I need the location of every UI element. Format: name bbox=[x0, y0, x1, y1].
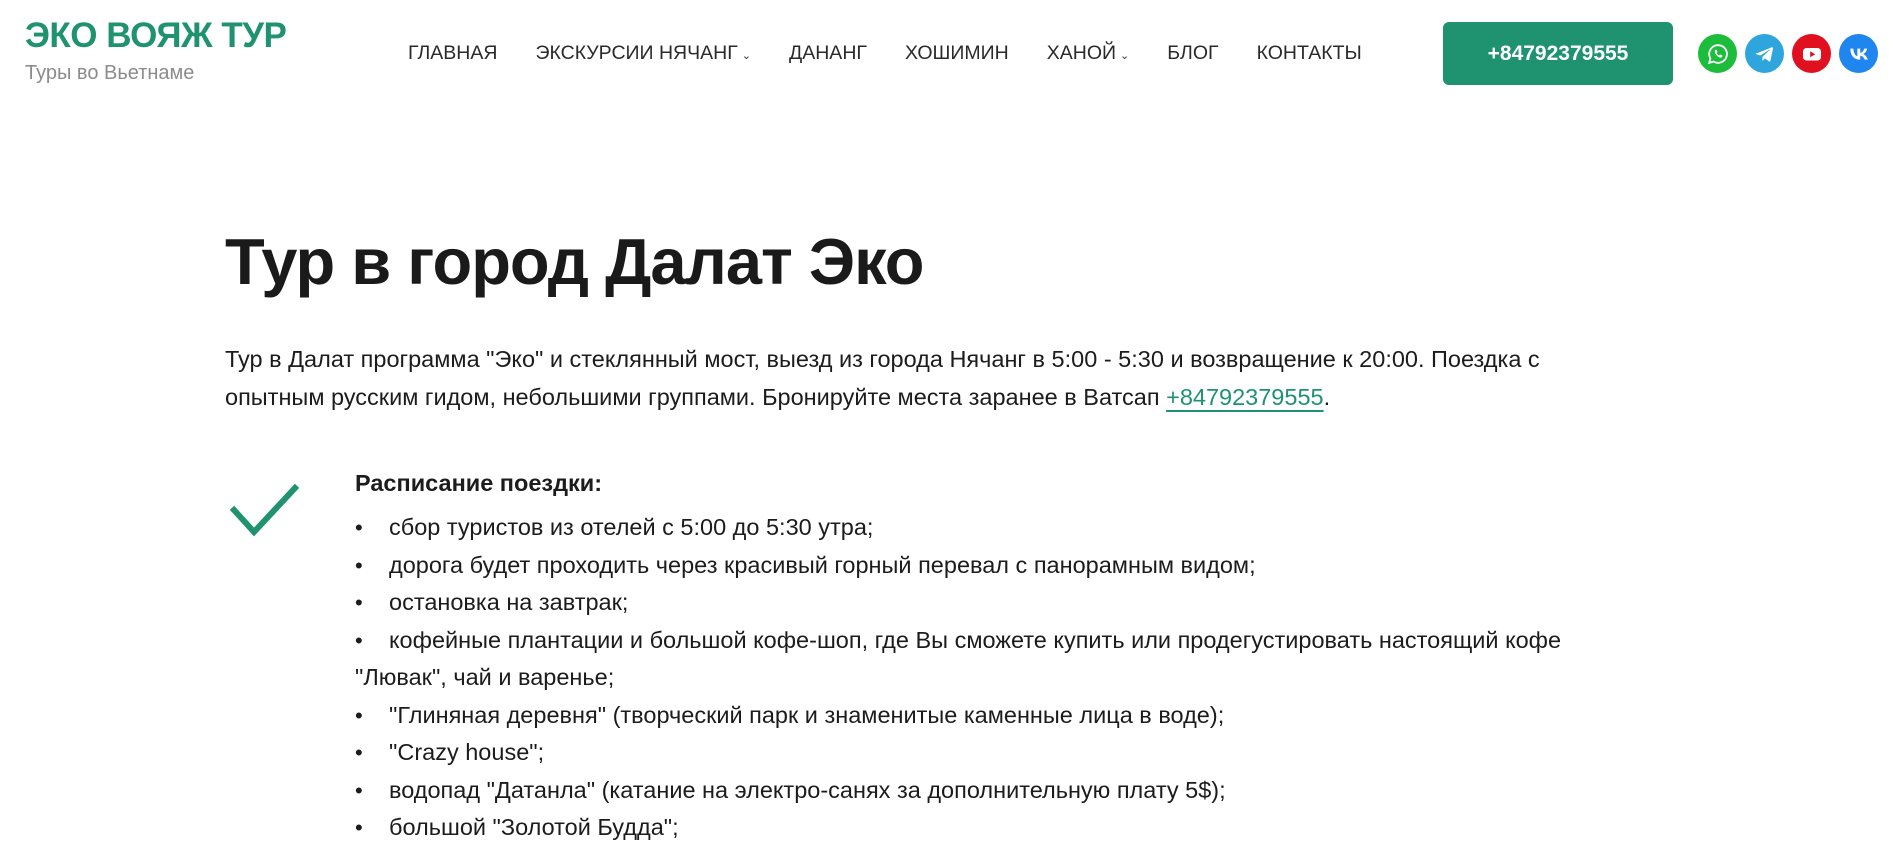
nav-item-home[interactable]: ГЛАВНАЯ bbox=[408, 42, 497, 65]
list-item: • "Глиняная деревня" (творческий парк и з… bbox=[355, 697, 1635, 735]
list-item-text: сбор туристов из отелей с 5:00 до 5:30 у… bbox=[389, 514, 874, 540]
list-item-text: "Глиняная деревня" (творческий парк и зн… bbox=[389, 701, 1225, 728]
nav-item-label: БЛОГ bbox=[1167, 41, 1219, 64]
nav-item-hochiminh[interactable]: ХОШИМИН bbox=[905, 42, 1009, 65]
whatsapp-icon[interactable] bbox=[1698, 34, 1737, 73]
telegram-icon[interactable] bbox=[1745, 34, 1784, 73]
bullet-icon: • bbox=[355, 815, 363, 840]
bullet-icon: • bbox=[355, 515, 363, 540]
logo-title: ЭКО ВОЯЖ ТУР bbox=[25, 16, 287, 55]
site-header: ЭКО ВОЯЖ ТУР Туры во Вьетнаме ГЛАВНАЯ ЭК… bbox=[0, 0, 1893, 110]
nav-item-label: ХОШИМИН bbox=[904, 41, 1009, 64]
phone-button[interactable]: +84792379555 bbox=[1443, 22, 1673, 85]
social-links bbox=[1698, 34, 1878, 73]
list-item: • "Crazy house"; bbox=[355, 734, 1635, 772]
list-item-text: дорога будет проходить через красивый го… bbox=[389, 551, 1256, 578]
schedule-list: • сбор туристов из отелей с 5:00 до 5:30 … bbox=[355, 509, 1635, 847]
list-item: • сбор туристов из отелей с 5:00 до 5:30 … bbox=[355, 509, 1635, 547]
nav-item-excursions-nhatrang[interactable]: ЭКСКУРСИИ НЯЧАНГ ⌄ bbox=[535, 42, 751, 65]
chevron-down-icon: ⌄ bbox=[1120, 49, 1130, 62]
list-item: • кофейные плантации и большой кофе-шоп, … bbox=[355, 622, 1635, 697]
chevron-down-icon: ⌄ bbox=[741, 49, 752, 62]
intro-whatsapp-link[interactable]: +84792379555 bbox=[1166, 384, 1324, 410]
nav-item-hanoi[interactable]: ХАНОЙ ⌄ bbox=[1047, 42, 1130, 65]
nav-item-blog[interactable]: БЛОГ bbox=[1167, 42, 1218, 65]
page-title: Тур в город Далат Эко bbox=[225, 225, 925, 298]
site-logo[interactable]: ЭКО ВОЯЖ ТУР Туры во Вьетнаме bbox=[25, 16, 287, 86]
nav-item-label: ЭКСКУРСИИ НЯЧАНГ bbox=[535, 41, 738, 64]
list-item: • большой "Золотой Будда"; bbox=[355, 809, 1635, 847]
list-item-text: кофейные плантации и большой кофе-шоп, г… bbox=[355, 626, 1562, 691]
bullet-icon: • bbox=[355, 777, 363, 803]
list-item-text: большой "Золотой Будда"; bbox=[389, 814, 679, 840]
main-nav: ГЛАВНАЯ ЭКСКУРСИИ НЯЧАНГ ⌄ ДАНАНГ ХОШИМИН… bbox=[408, 38, 1362, 68]
intro-text: Тур в Далат программа "Эко" и стеклянный… bbox=[225, 346, 1540, 410]
nav-item-danang[interactable]: ДАНАНГ bbox=[789, 42, 867, 65]
bullet-icon: • bbox=[355, 740, 363, 765]
bullet-icon: • bbox=[355, 702, 363, 728]
list-item-text: "Crazy house"; bbox=[389, 739, 545, 765]
list-item: • дорога будет проходить через красивый г… bbox=[355, 547, 1635, 585]
bullet-icon: • bbox=[355, 590, 363, 615]
nav-item-contacts[interactable]: КОНТАКТЫ bbox=[1257, 42, 1362, 65]
nav-item-label: ГЛАВНАЯ bbox=[408, 41, 498, 64]
logo-tagline: Туры во Вьетнаме bbox=[25, 62, 195, 84]
page: ЭКО ВОЯЖ ТУР Туры во Вьетнаме ГЛАВНАЯ ЭК… bbox=[0, 0, 1893, 851]
vk-icon[interactable] bbox=[1839, 34, 1878, 73]
intro-paragraph: Тур в Далат программа "Эко" и стеклянный… bbox=[225, 341, 1625, 416]
intro-end: . bbox=[1323, 383, 1331, 410]
list-item-text: остановка на завтрак; bbox=[389, 589, 629, 615]
nav-item-label: ХАНОЙ bbox=[1046, 41, 1117, 64]
nav-item-label: ДАНАНГ bbox=[789, 41, 867, 64]
list-item-text: водопад "Датанла" (катание на электро-са… bbox=[389, 776, 1226, 803]
list-item: • водопад "Датанла" (катание на электро-с… bbox=[355, 772, 1635, 810]
youtube-icon[interactable] bbox=[1792, 34, 1831, 73]
schedule-heading: Расписание поездки: bbox=[355, 470, 603, 496]
nav-item-label: КОНТАКТЫ bbox=[1256, 41, 1362, 64]
checkmark-icon bbox=[229, 482, 301, 545]
bullet-icon: • bbox=[355, 552, 363, 578]
schedule-section: Расписание поездки: • сбор туристов из от… bbox=[355, 466, 1635, 847]
bullet-icon: • bbox=[355, 627, 363, 653]
list-item: • остановка на завтрак; bbox=[355, 584, 1635, 622]
